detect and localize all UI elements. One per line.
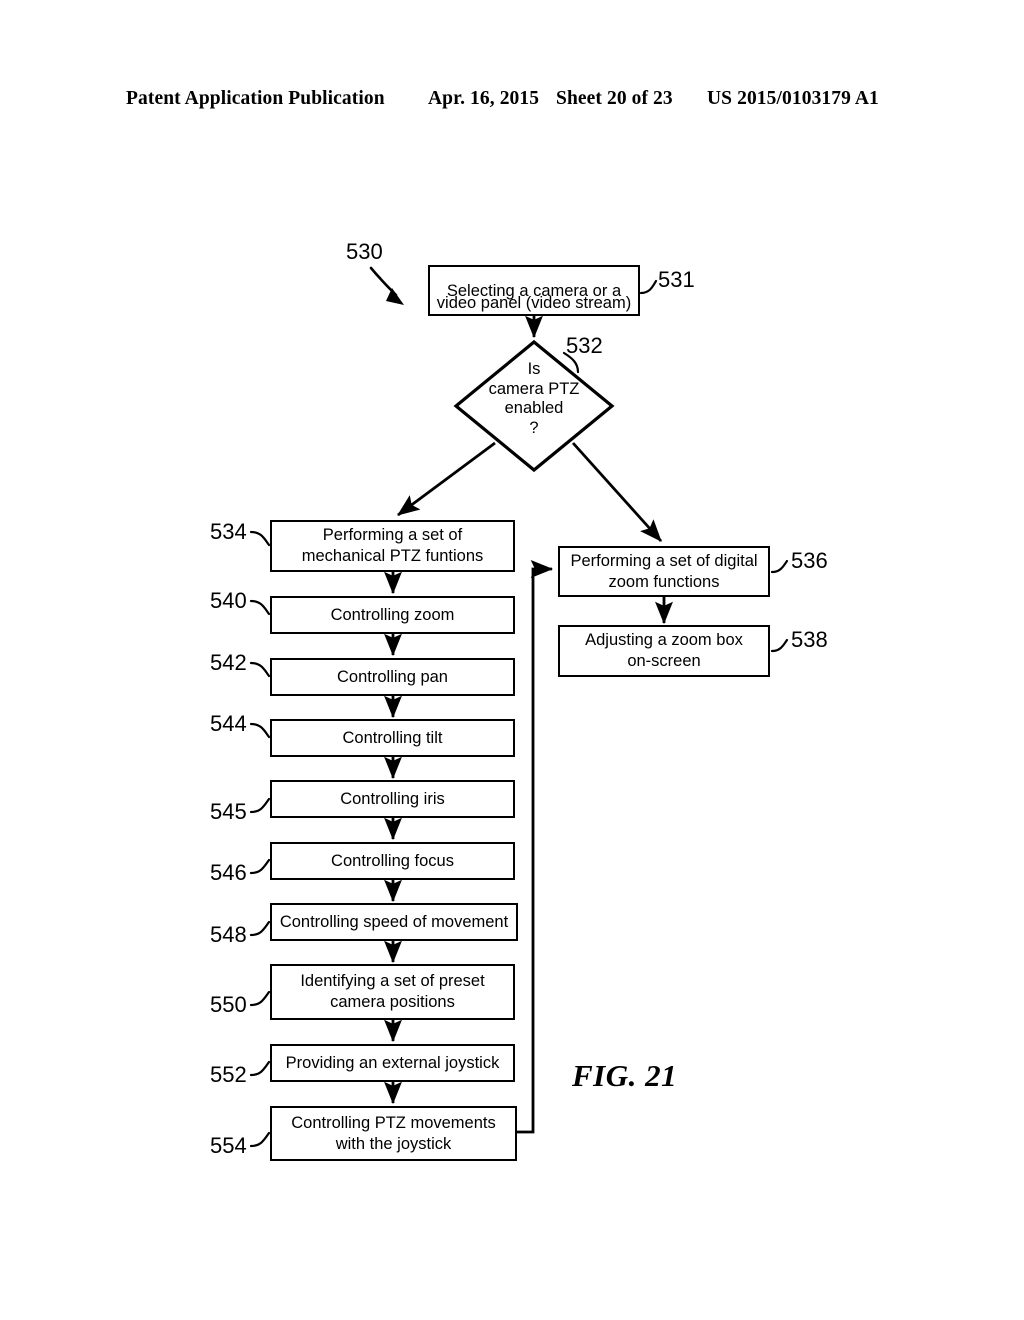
leader-548 [249, 920, 271, 937]
flow-node-546: Controlling focus [270, 842, 515, 880]
ref-numeral-545: 545 [210, 799, 247, 824]
flow-node-550: Identifying a set of preset camera posit… [270, 964, 515, 1020]
patent-figure: Selecting a camera or a video panel (vid… [0, 0, 1024, 1320]
edge-532-536 [571, 442, 663, 542]
figure-caption: FIG. 21 [572, 1058, 678, 1093]
flow-node-536: Performing a set of digital zoom functio… [558, 546, 770, 597]
flow-node-538-line1: Adjusting a zoom box [585, 631, 743, 649]
flow-node-532-text: Is camera PTZ enabled ? [488, 360, 580, 437]
flow-node-531-line2-wrap: video panel (video stream) [428, 265, 640, 316]
leader-538 [770, 638, 789, 653]
leader-536 [770, 559, 789, 574]
edge-532-534 [397, 441, 496, 517]
ref-numeral-534: 534 [210, 519, 247, 544]
flow-node-554-line2: with the joystick [335, 1134, 452, 1153]
leader-552 [249, 1060, 271, 1077]
leader-544 [249, 722, 271, 739]
flow-node-545-text: Controlling iris [340, 790, 445, 808]
ref-numeral-540: 540 [210, 588, 247, 613]
flow-node-545: Controlling iris [270, 780, 515, 818]
ref-numeral-546: 546 [210, 860, 247, 885]
leader-531 [639, 279, 658, 295]
ref-numeral-530: 530 [346, 239, 383, 264]
ref-numeral-550: 550 [210, 992, 247, 1017]
ref-numeral-548: 548 [210, 922, 247, 947]
leader-540 [249, 599, 271, 616]
leader-546 [249, 858, 271, 875]
flow-node-531-line2: video panel (video stream) [436, 294, 632, 312]
flow-node-534-line1: Performing a set of [322, 526, 463, 544]
flow-node-552-text: Providing an external joystick [285, 1054, 500, 1072]
ref-numeral-554: 554 [210, 1133, 247, 1158]
leader-545 [249, 797, 271, 814]
flow-node-534: Performing a set of mechanical PTZ funti… [270, 520, 515, 572]
flow-node-542-text: Controlling pan [337, 668, 448, 686]
leader-554 [249, 1131, 271, 1148]
flow-node-544: Controlling tilt [270, 719, 515, 757]
ref-numeral-536: 536 [791, 548, 828, 573]
ref-numeral-552: 552 [210, 1062, 247, 1087]
flow-node-550-line1: Identifying a set of preset [300, 972, 485, 990]
leader-534 [249, 530, 271, 547]
flow-node-554-line1: Controlling PTZ movements [291, 1113, 496, 1132]
leader-542 [249, 661, 271, 678]
flow-node-552: Providing an external joystick [270, 1044, 515, 1082]
flow-node-538: Adjusting a zoom box on-screen [558, 625, 770, 677]
leader-550 [249, 990, 271, 1007]
leader-530 [369, 266, 404, 305]
flow-node-554: Controlling PTZ movements with the joyst… [270, 1106, 517, 1161]
ref-numeral-542: 542 [210, 650, 247, 675]
flow-node-536-line2: zoom functions [608, 572, 720, 591]
flow-node-544-text: Controlling tilt [342, 729, 443, 747]
flow-node-540: Controlling zoom [270, 596, 515, 634]
flow-node-548: Controlling speed of movement [270, 903, 518, 941]
flow-node-548-text: Controlling speed of movement [279, 913, 509, 931]
flow-node-540-text: Controlling zoom [330, 606, 455, 624]
ref-numeral-544: 544 [210, 711, 247, 736]
flow-node-542: Controlling pan [270, 658, 515, 696]
ref-numeral-532: 532 [566, 333, 603, 358]
flow-node-546-text: Controlling focus [331, 852, 454, 870]
ref-numeral-538: 538 [791, 627, 828, 652]
ref-numeral-531: 531 [658, 267, 695, 292]
flow-node-538-line2: on-screen [627, 652, 701, 670]
flow-node-534-line2: mechanical PTZ funtions [301, 547, 484, 565]
edge-554-536 [517, 560, 554, 1134]
flow-node-550-line2: camera positions [330, 993, 455, 1011]
flow-node-536-line1: Performing a set of digital [570, 551, 758, 570]
